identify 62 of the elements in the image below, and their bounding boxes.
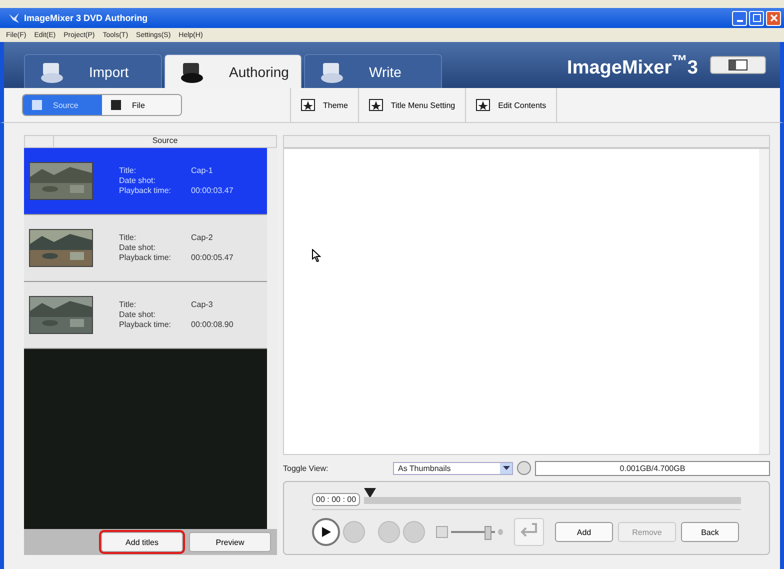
field-value: Cap-3 [191, 300, 213, 310]
field-label: Playback time: [119, 253, 172, 263]
layout-button[interactable] [710, 56, 766, 74]
brand-logo: ImageMixer$^{™}$3 [567, 52, 698, 80]
star-icon [368, 99, 383, 111]
play-button[interactable] [312, 518, 340, 546]
field-value: 00:00:05.47 [191, 253, 234, 263]
star-icon [476, 99, 490, 111]
scrollbar[interactable] [267, 148, 277, 529]
mute-button[interactable] [436, 526, 448, 538]
scrollbar[interactable] [759, 149, 769, 454]
next-button[interactable] [403, 521, 425, 543]
field-label: Title: [119, 166, 138, 176]
disc-icon [517, 461, 531, 475]
clip-item[interactable]: Title: Cap-2 Date shot: Playback time: 00:00:05.47 [24, 215, 267, 282]
panel-icon [728, 59, 748, 71]
minimize-button[interactable] [732, 10, 747, 26]
previous-button[interactable] [378, 521, 400, 543]
volume-slider[interactable] [451, 526, 495, 538]
clip-item[interactable]: Title: Cap-3 Date shot: Playback time: 00:00:08.90 [24, 282, 267, 349]
field-label: Date shot: [119, 243, 156, 253]
action-button[interactable]: Back [681, 522, 739, 542]
toolbar-button[interactable]: Title Menu Setting [358, 88, 466, 122]
list-button[interactable]: Add titles [101, 532, 183, 552]
column-header: Source [151, 136, 179, 147]
close-icon [770, 14, 778, 22]
toggle-view-label: Toggle View: [283, 464, 330, 472]
maximize-button[interactable] [749, 10, 764, 26]
action-button[interactable]: Add [555, 522, 613, 542]
field-label: Title: [119, 300, 138, 310]
window-title: ImageMixer 3 DVD Authoring [24, 13, 148, 23]
field-label: Date shot: [119, 310, 156, 320]
field-value: 00:00:03.47 [191, 186, 234, 196]
square-icon [31, 99, 43, 111]
toolbar-button[interactable]: Theme [290, 88, 358, 122]
list-button[interactable]: Preview [189, 532, 271, 552]
square-icon [110, 99, 122, 111]
view-dropdown[interactable]: As Thumbnails [393, 462, 513, 474]
field-label: Playback time: [119, 186, 172, 196]
play-icon [320, 526, 332, 538]
star-icon [301, 99, 315, 111]
speaker-icon [498, 529, 503, 535]
app-icon [8, 12, 20, 24]
stop-button[interactable] [343, 521, 365, 543]
clip-item[interactable]: Title: Cap-1 Date shot: Playback time: 00:00:03.47 [24, 148, 267, 215]
pointer-icon [312, 249, 321, 262]
toolbar-button[interactable]: Edit Contents [465, 88, 558, 122]
timecode-display: 00 : 00 : 00 [312, 493, 360, 506]
field-label: Playback time: [119, 320, 172, 330]
field-label: Date shot: [119, 176, 156, 186]
maximize-icon [752, 14, 760, 22]
tab[interactable]: Authoring [164, 54, 302, 88]
tab[interactable]: Write [304, 54, 442, 88]
loop-button[interactable] [514, 518, 544, 546]
field-value: 00:00:08.90 [191, 320, 234, 330]
field-value: Cap-1 [191, 166, 213, 176]
field-label: Title: [119, 233, 138, 243]
close-button[interactable] [766, 10, 781, 26]
tab[interactable]: Import [24, 54, 162, 88]
field-value: Cap-2 [191, 233, 213, 243]
dropdown-arrow-icon [502, 466, 510, 470]
capacity-meter: 0.001GB/4.700GB [535, 460, 770, 476]
